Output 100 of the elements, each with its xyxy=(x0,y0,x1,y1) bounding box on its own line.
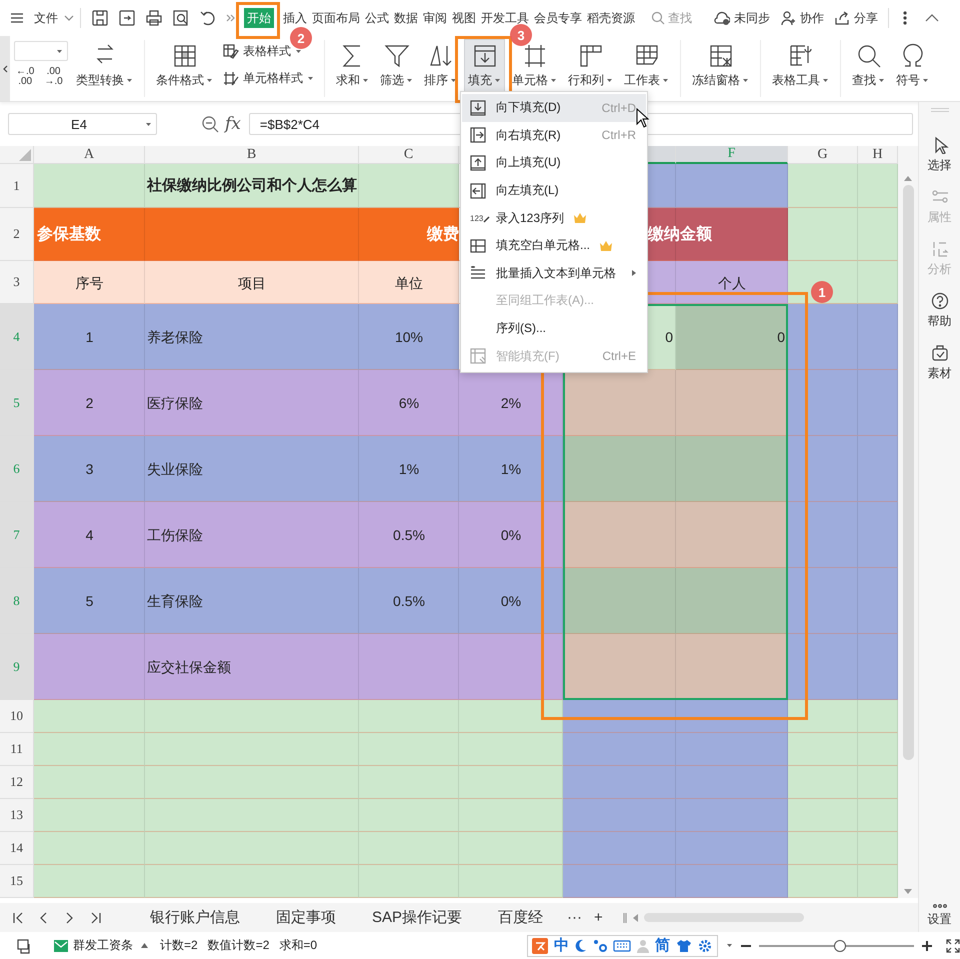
moon-icon[interactable] xyxy=(575,938,587,952)
menu-tab[interactable]: 会员专享 xyxy=(533,8,583,28)
cell-text: 单位 xyxy=(395,274,423,292)
undo-icon[interactable] xyxy=(199,9,217,27)
ime-logo-icon[interactable] xyxy=(532,938,548,954)
chevron-up-icon[interactable] xyxy=(925,14,939,22)
macro-icon[interactable] xyxy=(16,938,32,954)
caret-icon xyxy=(606,78,613,83)
keyboard-icon[interactable] xyxy=(613,940,631,952)
printer-icon[interactable] xyxy=(145,9,163,27)
menu-tab[interactable]: 插入 xyxy=(282,8,308,28)
menu-item[interactable]: 序列(S)... xyxy=(462,314,646,342)
decimal-button[interactable]: .00 →.0 xyxy=(42,67,65,87)
settings-button[interactable]: 设置 xyxy=(928,904,952,928)
ribbon-button[interactable]: 筛选 xyxy=(376,39,417,99)
macro-button[interactable]: 群发工资条 xyxy=(54,937,133,954)
name-box[interactable]: E4 xyxy=(8,113,157,135)
menu-item[interactable]: 向左填充(L) xyxy=(462,176,646,204)
menu-tab[interactable]: 稻壳资源 xyxy=(586,8,636,28)
menu-item[interactable]: 向下填充(D) Ctrl+D xyxy=(462,94,646,122)
row-header[interactable]: 2 xyxy=(0,208,34,261)
print-preview-icon[interactable] xyxy=(172,9,190,27)
smart-fill-icon xyxy=(470,348,486,364)
fullscreen-icon[interactable] xyxy=(946,938,960,952)
menu-tab[interactable]: 审阅 xyxy=(422,8,448,28)
ribbon-button[interactable]: 表格工具 xyxy=(768,39,833,99)
column-header[interactable]: H xyxy=(858,146,898,164)
row-header[interactable]: 15 xyxy=(0,865,34,898)
fill-left-icon xyxy=(470,182,486,199)
column-header[interactable]: A xyxy=(34,146,145,164)
scroll-thumb[interactable] xyxy=(902,185,914,760)
side-panel-button[interactable]: 帮助 xyxy=(928,292,952,330)
scroll-up-icon[interactable] xyxy=(904,176,912,181)
text-lines-icon xyxy=(470,265,486,282)
shirt-icon[interactable] xyxy=(676,938,692,952)
ribbon-button[interactable]: 条件格式 xyxy=(152,39,217,99)
ribbon-button[interactable]: 查找 xyxy=(848,39,889,99)
scroll-left-icon[interactable] xyxy=(632,914,638,922)
cell-text: 0 xyxy=(665,328,673,347)
dots-icon[interactable] xyxy=(593,938,607,952)
chevron-down-icon[interactable] xyxy=(64,15,74,21)
add-sheet-button[interactable]: + xyxy=(588,909,609,926)
menu-tab[interactable]: 公式 xyxy=(364,8,390,28)
toolbar-button[interactable]: 分享 xyxy=(834,10,878,26)
side-panel-button[interactable]: 选择 xyxy=(928,136,952,174)
row-header[interactable]: 3 xyxy=(0,261,34,304)
ribbon-button[interactable]: 类型转换 xyxy=(72,39,137,99)
row-header[interactable]: 10 xyxy=(0,700,34,733)
sheet-tab[interactable]: 固定事项 xyxy=(258,904,354,931)
zoom-out-icon[interactable] xyxy=(201,115,219,133)
panel-handle[interactable] xyxy=(930,108,948,112)
menu-tab[interactable]: 页面布局 xyxy=(311,8,361,28)
zoom-in-icon[interactable] xyxy=(922,940,932,950)
menu-item[interactable]: 批量插入文本到单元格 xyxy=(462,260,646,288)
menu-tab[interactable]: 数据 xyxy=(393,8,419,28)
menu-tab[interactable]: 视图 xyxy=(451,8,477,28)
side-panel-button[interactable]: 素材 xyxy=(928,344,952,382)
decimal-button[interactable]: ←.0 .00 xyxy=(14,67,36,87)
row-header[interactable]: 12 xyxy=(0,766,34,799)
menu-item[interactable]: 123 录入123序列 xyxy=(462,204,646,232)
column-header[interactable]: C xyxy=(359,146,459,164)
ime-mode[interactable]: 中 xyxy=(554,936,569,955)
first-sheet-icon[interactable] xyxy=(12,910,24,924)
cell-text: 2 xyxy=(86,394,94,413)
ribbon-button[interactable]: 求和 xyxy=(332,39,373,99)
sheet-tab[interactable]: SAP操作记要 xyxy=(354,904,480,931)
last-sheet-icon[interactable] xyxy=(90,910,102,924)
sheet-tab[interactable]: 银行账户信息 xyxy=(132,904,258,931)
column-header[interactable]: B xyxy=(145,146,359,164)
number-format-field[interactable] xyxy=(14,41,68,61)
row-header[interactable]: 13 xyxy=(0,799,34,832)
ribbon-button[interactable]: 冻结窗格 xyxy=(688,39,753,99)
ime-script[interactable]: 简 xyxy=(655,936,670,955)
gear-icon[interactable] xyxy=(698,938,712,952)
menu-item[interactable]: 向上填充(U) xyxy=(462,149,646,177)
ribbon-button[interactable]: 单元格样式 xyxy=(220,68,317,89)
save-icon[interactable] xyxy=(91,9,109,27)
row-header[interactable]: 1 xyxy=(0,164,34,208)
menu-item[interactable]: 填充空白单元格... xyxy=(462,232,646,260)
toolbar-button[interactable]: 未同步 xyxy=(714,10,770,26)
menu-icon[interactable] xyxy=(10,12,24,24)
row-header[interactable]: 11 xyxy=(0,733,34,766)
scroll-down-icon[interactable] xyxy=(904,889,912,894)
menu-item[interactable]: 向右填充(R) Ctrl+R xyxy=(462,122,646,150)
function-button[interactable]: fx xyxy=(225,114,241,134)
ime-toolbar[interactable]: 中 简 xyxy=(527,934,718,956)
caret-up-icon[interactable] xyxy=(141,943,148,948)
ribbon-button[interactable]: 排序 xyxy=(420,39,461,99)
more-vertical-icon[interactable] xyxy=(903,11,907,25)
split-handle-icon[interactable] xyxy=(622,912,627,922)
more-sheets-button[interactable]: ··· xyxy=(561,909,588,926)
cell-text: 10% xyxy=(394,328,424,347)
double-chevron-icon[interactable] xyxy=(226,13,236,23)
sheet-tab[interactable]: 百度经 xyxy=(480,904,562,931)
row-header[interactable]: 14 xyxy=(0,832,34,865)
column-header[interactable]: G xyxy=(788,146,858,164)
slider-thumb[interactable] xyxy=(834,940,846,952)
toolbar-button[interactable]: 协作 xyxy=(780,10,824,26)
ribbon-button[interactable]: 符号 xyxy=(892,39,933,99)
file-menu[interactable]: 文件 xyxy=(34,10,58,26)
